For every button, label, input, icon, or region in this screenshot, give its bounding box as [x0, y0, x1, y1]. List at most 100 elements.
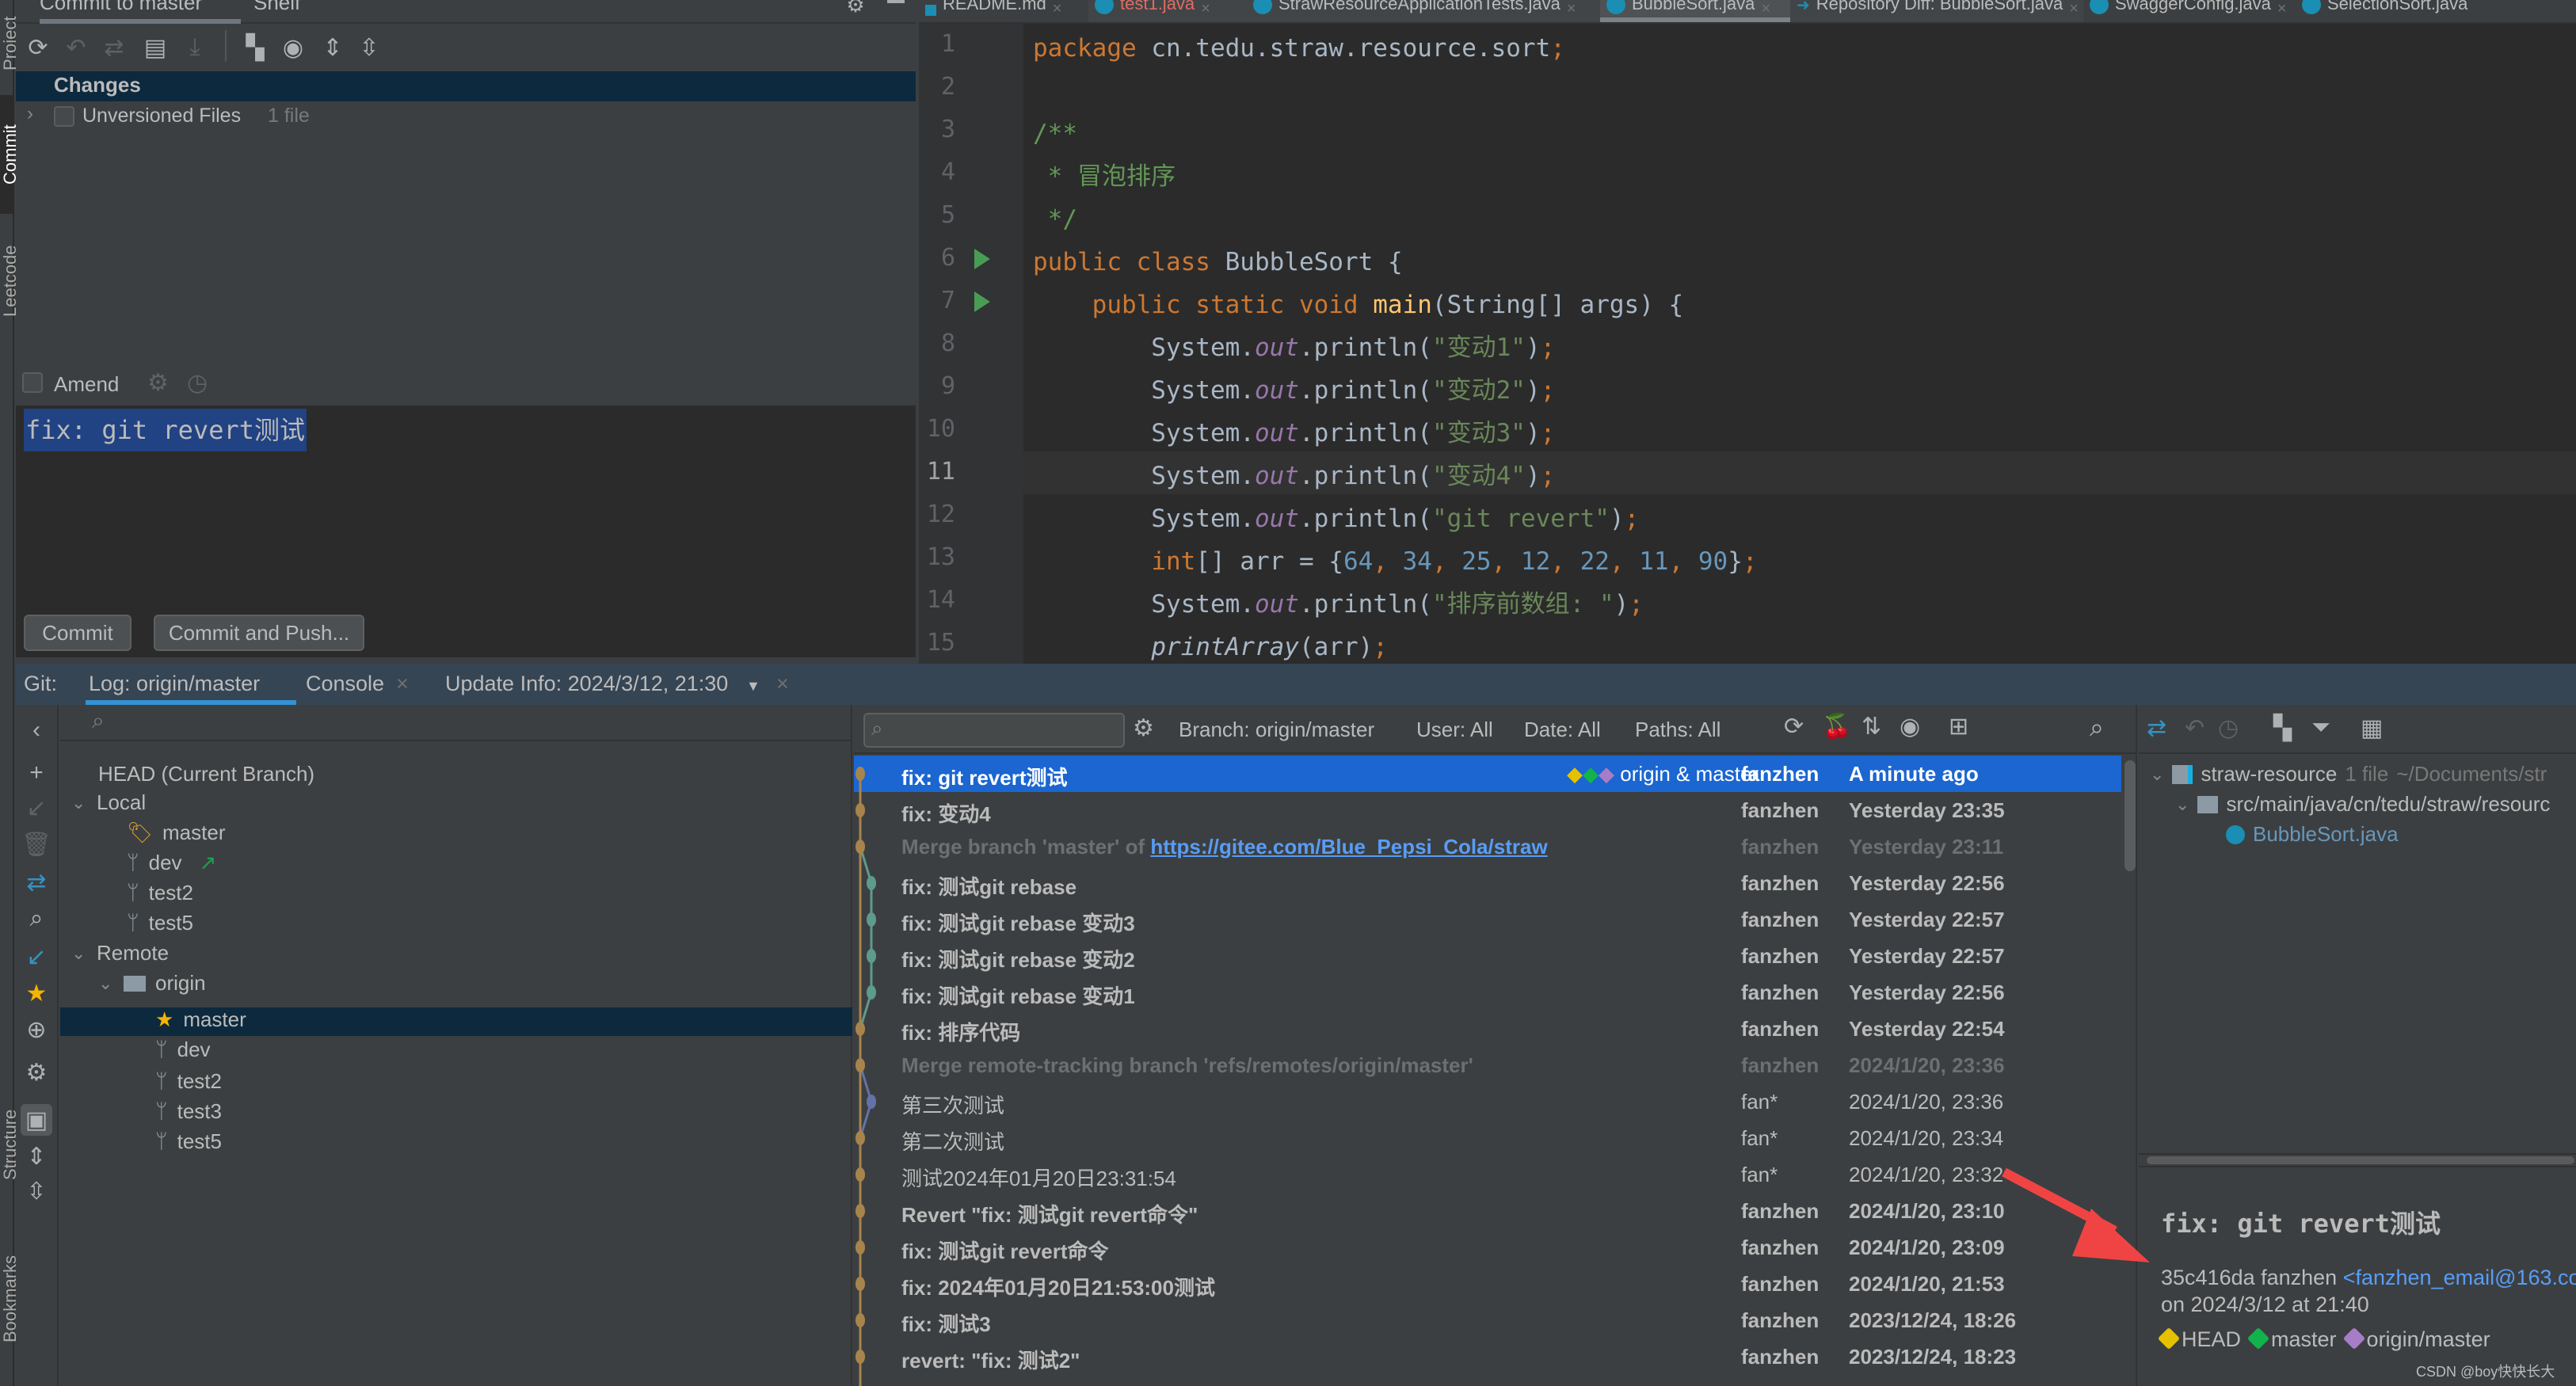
commit-row[interactable]: fix: 排序代码 fanzhen Yesterday 22:54: [854, 1011, 2121, 1047]
commit-and-push-button[interactable]: Commit and Push...: [154, 615, 364, 651]
date-filter[interactable]: Date: All: [1524, 718, 1601, 742]
delete-icon[interactable]: 🗑: [21, 828, 52, 860]
local-branch-dev[interactable]: ᛘ dev ↗: [127, 851, 216, 875]
remote-branch-test5[interactable]: ᛘ test5: [155, 1129, 222, 1154]
tab-commit-to-master[interactable]: Commit to master: [40, 0, 202, 15]
search-icon[interactable]: ⌕: [2090, 713, 2104, 743]
group-by-repository-icon[interactable]: ▣: [21, 1104, 52, 1136]
search-icon[interactable]: ⌕: [21, 903, 52, 935]
remote-branch-dev[interactable]: ᛘ dev: [155, 1038, 211, 1062]
paths-filter[interactable]: Paths: All: [1635, 718, 1721, 742]
refresh-icon[interactable]: ⟳: [22, 32, 54, 63]
changed-root[interactable]: ⌄ straw-resource 1 file ~/Documents/str: [2150, 762, 2547, 786]
user-filter[interactable]: User: All: [1416, 718, 1493, 742]
rollback-icon[interactable]: ↶: [60, 32, 92, 63]
chevron-down-icon[interactable]: ⌄: [2150, 764, 2164, 785]
run-class-icon[interactable]: [974, 249, 990, 269]
commit-row[interactable]: fix: 测试git rebase 变动2 fanzhen Yesterday 22…: [854, 938, 2121, 974]
refresh-icon[interactable]: ⟳: [1784, 713, 1804, 741]
log-scrollbar[interactable]: [2124, 760, 2136, 871]
gear-icon[interactable]: ⚙: [147, 369, 169, 397]
expand-all-icon[interactable]: ⇕: [21, 1140, 52, 1172]
changelist-icon[interactable]: ▤: [139, 32, 171, 63]
eye-icon[interactable]: ◉: [277, 32, 309, 63]
changed-dir[interactable]: ⌄ src/main/java/cn/tedu/straw/resourc: [2175, 792, 2550, 817]
chevron-down-icon[interactable]: ⌄: [71, 943, 87, 964]
tab-log-origin-master[interactable]: Log: origin/master: [89, 672, 260, 696]
commit-row[interactable]: fix: 测试3 fanzhen 2023/12/24, 18:26: [854, 1302, 2121, 1338]
editor-tab-readme[interactable]: README.md ×: [919, 0, 1088, 22]
author-email-link[interactable]: <fanzhen_email@163.co: [2343, 1266, 2576, 1289]
locate-icon[interactable]: ⊕: [21, 1014, 52, 1045]
group-by-icon[interactable]: ▚: [239, 32, 271, 63]
commit-row[interactable]: fix: 2024年01月20日21:53:00测试 fanzhen 2024/1/…: [854, 1266, 2121, 1302]
group-by-icon[interactable]: ▚: [2273, 714, 2292, 742]
expand-all-icon[interactable]: ⇕: [317, 32, 349, 63]
commit-row[interactable]: fix: 测试git rebase 变动1 fanzhen Yesterday 22…: [854, 974, 2121, 1011]
editor-tab-test1[interactable]: test1.java ×: [1088, 0, 1247, 22]
editor-tab-selectionsort[interactable]: SelectionSort.java: [2296, 0, 2576, 22]
local-branch-master[interactable]: 🏷 master: [127, 821, 225, 845]
filter-icon[interactable]: ⏷: [2311, 714, 2330, 741]
collapse-all-icon[interactable]: ⇳: [21, 1175, 52, 1207]
commit-row[interactable]: Revert "fix: 测试git revert命令" fanzhen 2024/…: [854, 1193, 2121, 1229]
remote-origin[interactable]: ⌄ origin: [98, 971, 206, 996]
cherry-pick-icon[interactable]: 🍒: [1822, 713, 1851, 741]
close-icon[interactable]: ×: [2277, 0, 2287, 18]
branch-filter[interactable]: Branch: origin/master: [1179, 718, 1374, 742]
unversioned-files-row[interactable]: › Unversioned Files 1 file: [16, 101, 916, 133]
collapse-all-icon[interactable]: ⇳: [353, 32, 385, 63]
settings-gear-icon[interactable]: ⚙: [1133, 714, 1154, 742]
history-clock-icon[interactable]: ◷: [187, 369, 208, 397]
tab-update-info[interactable]: Update Info: 2024/3/12, 21:30: [445, 672, 728, 696]
commit-row[interactable]: 第三次测试 fan* 2024/1/20, 23:36: [854, 1083, 2121, 1120]
sort-icon[interactable]: ⇅: [1862, 713, 1881, 741]
branch-search-field[interactable]: ⌕: [60, 705, 852, 741]
tab-console[interactable]: Console: [306, 672, 384, 696]
changes-group[interactable]: Changes: [16, 71, 916, 101]
commit-row[interactable]: fix: 测试git rebase 变动3 fanzhen Yesterday 22…: [854, 901, 2121, 938]
unversioned-checkbox[interactable]: [54, 106, 74, 127]
close-icon[interactable]: ×: [2069, 0, 2079, 18]
tab-shelf[interactable]: Shelf: [253, 0, 300, 15]
amend-checkbox[interactable]: [22, 372, 43, 393]
editor-tab-repository-diff[interactable]: ➜ Repository Diff: BubbleSort.java ×: [1790, 0, 2083, 22]
branch-head[interactable]: HEAD (Current Branch): [98, 762, 314, 786]
chevron-down-icon[interactable]: ⌄: [98, 973, 114, 994]
remote-branch-test3[interactable]: ᛘ test3: [155, 1099, 222, 1124]
update-icon[interactable]: ↙: [21, 941, 52, 973]
gear-icon[interactable]: ⚙: [840, 0, 871, 21]
remote-branch-master[interactable]: ★ master: [155, 1007, 246, 1032]
collapse-panel-icon[interactable]: ‹: [21, 714, 52, 746]
commit-row[interactable]: revert: "fix: 测试2" fanzhen 2023/12/24, 18:…: [854, 1338, 2121, 1375]
commit-row[interactable]: fix: 变动4 fanzhen Yesterday 23:35: [854, 792, 2121, 828]
chevron-right-icon[interactable]: ›: [27, 103, 33, 125]
commit-row[interactable]: fix: 测试git revert命令 fanzhen 2024/1/20, 23:…: [854, 1229, 2121, 1266]
commit-row[interactable]: 测试2024年01月20日23:31:54 fan* 2024/1/20, 23:3…: [854, 1156, 2121, 1193]
leetcode-tool-tab[interactable]: Leetcode: [0, 222, 20, 341]
code-editor[interactable]: 1 2 3 4 5 6 7 8 9 10 11 12 13 14 15 package cn.tedu.st…: [919, 24, 2576, 664]
log-search-input[interactable]: ⌕: [863, 713, 1125, 748]
local-branch-test2[interactable]: ᛘ test2: [127, 881, 193, 905]
commit-row[interactable]: Merge remote-tracking branch 'refs/remot…: [854, 1047, 2121, 1083]
eye-icon[interactable]: ◉: [1900, 713, 1920, 741]
shelve-icon[interactable]: ⤓: [179, 32, 211, 63]
structure-tool-tab[interactable]: Structure: [0, 1101, 20, 1188]
changed-file[interactable]: BubbleSort.java: [2226, 822, 2399, 847]
chevron-down-icon[interactable]: ⌄: [71, 793, 87, 813]
close-icon[interactable]: ×: [1567, 0, 1576, 18]
commit-row[interactable]: 第二次测试 fan* 2024/1/20, 23:34: [854, 1120, 2121, 1156]
chevron-down-icon[interactable]: ⌄: [2175, 794, 2189, 815]
close-icon[interactable]: ×: [1053, 0, 1062, 18]
close-icon[interactable]: ×: [776, 672, 789, 696]
editor-tab-swagger[interactable]: SwaggerConfig.java ×: [2083, 0, 2296, 22]
remote-group[interactable]: ⌄ Remote: [71, 941, 169, 965]
checkout-icon[interactable]: ↙: [21, 792, 52, 824]
commit-row[interactable]: fix: 测试git rebase fanzhen Yesterday 22:56: [854, 865, 2121, 901]
settings-gear-icon[interactable]: ⚙: [21, 1057, 52, 1088]
new-tab-icon[interactable]: ⊞: [1949, 713, 1968, 741]
revert-icon[interactable]: ↶: [2185, 714, 2204, 742]
layout-icon[interactable]: ▦: [2361, 714, 2383, 742]
horizontal-scrollbar[interactable]: [2147, 1156, 2574, 1164]
close-icon[interactable]: ×: [1201, 0, 1210, 18]
